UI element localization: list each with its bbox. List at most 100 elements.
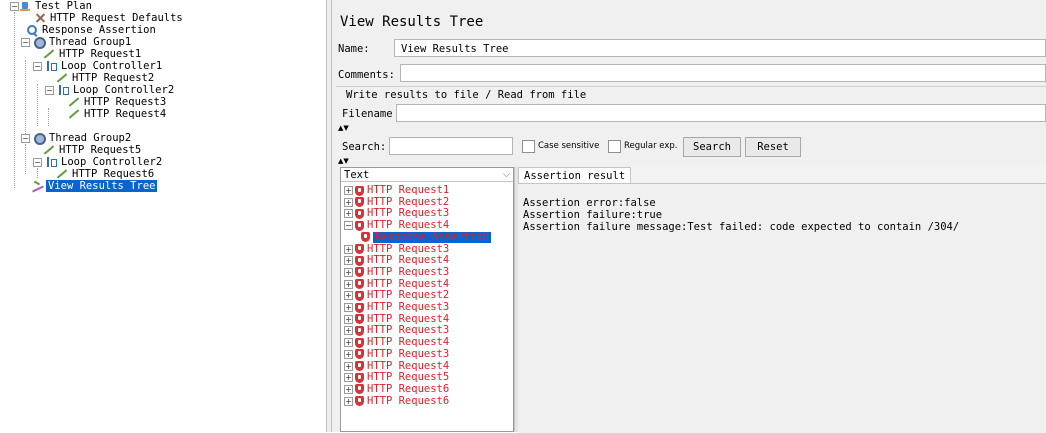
- result-item[interactable]: + HTTP Request3: [344, 348, 449, 360]
- failed-shield-icon: [355, 361, 364, 371]
- result-item[interactable]: + HTTP Request6: [344, 383, 449, 395]
- tree-collapse-toggle[interactable]: −: [21, 38, 30, 47]
- tree-guide-line: [48, 108, 49, 126]
- result-item[interactable]: + HTTP Request2: [344, 290, 449, 301]
- tree-node-test-plan[interactable]: Test Plan: [19, 0, 94, 12]
- chevron-down-icon: ⌵: [503, 170, 510, 180]
- tree-node-loop-controller1[interactable]: Loop Controller1: [45, 60, 164, 72]
- collapse-toggle-icon[interactable]: −: [344, 221, 353, 231]
- result-item[interactable]: + HTTP Request3: [344, 243, 449, 255]
- tree-node-http-request6[interactable]: HTTP Request6: [56, 168, 156, 180]
- result-item-label: HTTP Request5: [367, 371, 450, 384]
- tree-node-http-request5[interactable]: HTTP Request5: [43, 144, 143, 156]
- splitter-arrows-icon[interactable]: ▲▼: [338, 157, 349, 165]
- name-label: Name:: [338, 43, 370, 55]
- case-sensitive-checkbox[interactable]: [522, 140, 535, 153]
- tree-node-loop-controller2[interactable]: Loop Controller2: [57, 84, 176, 96]
- expand-toggle-icon[interactable]: +: [344, 338, 353, 348]
- result-item-label: HTTP Request2: [367, 289, 450, 302]
- result-item[interactable]: + HTTP Request1: [344, 185, 449, 196]
- assertion-failure-message-line: Assertion failure message:Test failed: c…: [523, 221, 960, 233]
- expand-toggle-icon[interactable]: +: [344, 314, 353, 324]
- renderer-select-value: Text: [344, 169, 370, 181]
- tree-collapse-toggle[interactable]: −: [33, 158, 42, 167]
- tree-node-label: Thread Group1: [49, 36, 132, 48]
- tree-node-thread-group1[interactable]: Thread Group1: [33, 36, 133, 49]
- regular-exp-checkbox[interactable]: [608, 140, 621, 153]
- reset-button[interactable]: Reset: [745, 137, 801, 157]
- result-item[interactable]: + HTTP Request4: [344, 313, 449, 325]
- expand-toggle-icon[interactable]: +: [344, 256, 353, 266]
- result-item[interactable]: + HTTP Request3: [344, 325, 449, 336]
- renderer-select[interactable]: Text ⌵: [341, 168, 513, 182]
- comments-field[interactable]: [400, 64, 1046, 82]
- failed-shield-icon: [355, 384, 364, 395]
- expand-toggle-icon[interactable]: +: [344, 291, 353, 301]
- tree-node-thread-group2[interactable]: Thread Group2: [33, 132, 133, 145]
- name-field[interactable]: View Results Tree: [394, 39, 1046, 57]
- tree-node-view-results-tree[interactable]: View Results Tree: [32, 180, 158, 192]
- result-item[interactable]: + HTTP Request3: [344, 302, 449, 313]
- search-button[interactable]: Search: [683, 137, 741, 157]
- result-item[interactable]: + HTTP Request5: [344, 372, 449, 383]
- result-child-item[interactable]: Response Assertion: [361, 231, 491, 243]
- expand-toggle-icon[interactable]: +: [344, 373, 353, 383]
- result-item[interactable]: + HTTP Request6: [344, 395, 449, 407]
- result-detail-pane: Assertion result Assertion error:false A…: [518, 167, 1046, 433]
- expand-toggle-icon[interactable]: +: [344, 361, 353, 371]
- tree-guide-line: [25, 60, 26, 140]
- result-item-label: HTTP Request4: [367, 359, 450, 372]
- result-item[interactable]: + HTTP Request3: [344, 266, 449, 278]
- tree-node-http-request3[interactable]: HTTP Request3: [68, 96, 168, 108]
- expand-toggle-icon[interactable]: +: [344, 209, 353, 219]
- expand-toggle-icon[interactable]: +: [344, 186, 353, 195]
- tree-collapse-toggle[interactable]: −: [21, 134, 30, 143]
- result-item[interactable]: + HTTP Request4: [344, 278, 449, 290]
- tree-collapse-toggle[interactable]: −: [45, 86, 54, 95]
- tree-collapse-toggle[interactable]: −: [10, 2, 19, 11]
- result-item[interactable]: + HTTP Request3: [344, 208, 449, 219]
- tree-node-http-request1[interactable]: HTTP Request1: [43, 48, 143, 60]
- failed-shield-icon: [355, 255, 364, 266]
- tree-guide-line: [37, 84, 38, 126]
- tree-node-response-assertion[interactable]: Response Assertion: [26, 24, 158, 36]
- tree-node-http-request4[interactable]: HTTP Request4: [68, 108, 168, 120]
- tree-node-label: HTTP Request1: [59, 48, 142, 60]
- tree-node-http-request-defaults[interactable]: HTTP Request Defaults: [34, 12, 185, 24]
- config-element-icon: [34, 12, 46, 24]
- tree-node-loop-controller2-b[interactable]: Loop Controller2: [45, 156, 164, 168]
- file-section-title: Write results to file / Read from file: [346, 89, 587, 101]
- splitter-arrows-icon[interactable]: ▲▼: [338, 124, 349, 132]
- failed-shield-icon: [355, 244, 364, 254]
- loop-controller-icon: [45, 60, 57, 72]
- listener-icon: [32, 180, 44, 192]
- result-item[interactable]: − HTTP Request4: [344, 220, 449, 231]
- http-sampler-icon: [43, 144, 55, 156]
- filename-field[interactable]: [396, 104, 1046, 122]
- expand-toggle-icon[interactable]: +: [344, 384, 353, 394]
- search-input[interactable]: [389, 137, 513, 155]
- result-item[interactable]: + HTTP Request2: [344, 196, 449, 208]
- result-item-label: HTTP Request3: [367, 301, 450, 313]
- failed-shield-icon: [355, 197, 364, 208]
- failed-shield-icon: [355, 337, 364, 348]
- expand-toggle-icon[interactable]: +: [344, 326, 353, 336]
- expand-toggle-icon[interactable]: +: [344, 244, 353, 254]
- failed-shield-icon: [361, 232, 370, 243]
- result-item[interactable]: + HTTP Request4: [344, 359, 450, 372]
- tree-collapse-toggle[interactable]: −: [33, 62, 42, 71]
- expand-toggle-icon[interactable]: +: [344, 197, 353, 207]
- tab-assertion-result[interactable]: Assertion result: [518, 167, 632, 184]
- expand-toggle-icon[interactable]: +: [344, 279, 353, 289]
- result-item[interactable]: + HTTP Request4: [344, 337, 449, 348]
- tree-node-label: Loop Controller1: [61, 60, 163, 72]
- result-item[interactable]: + HTTP Request4: [344, 255, 449, 266]
- expand-toggle-icon[interactable]: +: [344, 349, 353, 359]
- tree-node-http-request2[interactable]: HTTP Request2: [56, 72, 156, 84]
- expand-toggle-icon[interactable]: +: [344, 396, 353, 406]
- expand-toggle-icon[interactable]: +: [344, 267, 353, 277]
- expand-toggle-icon[interactable]: +: [344, 303, 353, 312]
- assertion-icon: [26, 24, 38, 36]
- result-item-label: HTTP Request4: [367, 254, 450, 267]
- assertion-error-line: Assertion error:false: [523, 197, 656, 209]
